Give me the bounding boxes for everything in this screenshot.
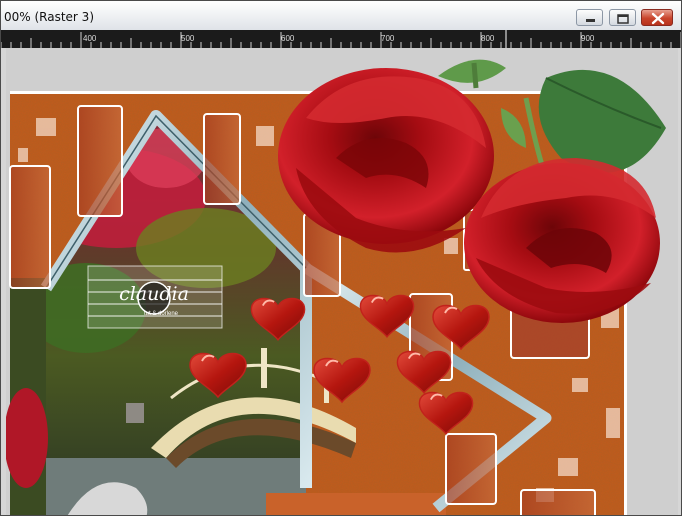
ruler-label: 400 bbox=[83, 34, 97, 43]
panel bbox=[445, 433, 497, 505]
title-bar[interactable]: 00% (Raster 3) bbox=[1, 1, 681, 30]
close-icon bbox=[651, 12, 665, 25]
maximize-button[interactable] bbox=[609, 9, 636, 26]
ruler-label: 700 bbox=[381, 34, 395, 43]
window-title: 00% (Raster 3) bbox=[4, 10, 94, 24]
image-canvas[interactable]: claudia tut & dorlene bbox=[6, 48, 678, 515]
ruler-label: 900 bbox=[581, 34, 595, 43]
close-button[interactable] bbox=[641, 9, 673, 26]
watermark: claudia tut & dorlene bbox=[87, 265, 223, 329]
panel bbox=[77, 105, 123, 217]
panel bbox=[203, 113, 241, 205]
ruler-label: 500 bbox=[181, 34, 195, 43]
minimize-icon bbox=[586, 19, 595, 22]
minimize-button[interactable] bbox=[576, 9, 603, 26]
ruler-label: 800 bbox=[481, 34, 495, 43]
watermark-text: claudia bbox=[119, 283, 189, 305]
ruler-label: 600 bbox=[281, 34, 295, 43]
app-window: 00% (Raster 3) 400 500 600 700 800 900 c… bbox=[0, 0, 682, 516]
horizontal-ruler[interactable]: 400 500 600 700 800 900 bbox=[1, 30, 681, 48]
watermark-subtext: tut & dorlene bbox=[144, 311, 179, 317]
flower-cluster bbox=[6, 388, 48, 488]
panel bbox=[520, 489, 596, 515]
stone-lantern bbox=[126, 403, 144, 423]
orange-foliage bbox=[266, 493, 446, 515]
restore-icon bbox=[617, 14, 629, 24]
panel bbox=[9, 165, 51, 289]
